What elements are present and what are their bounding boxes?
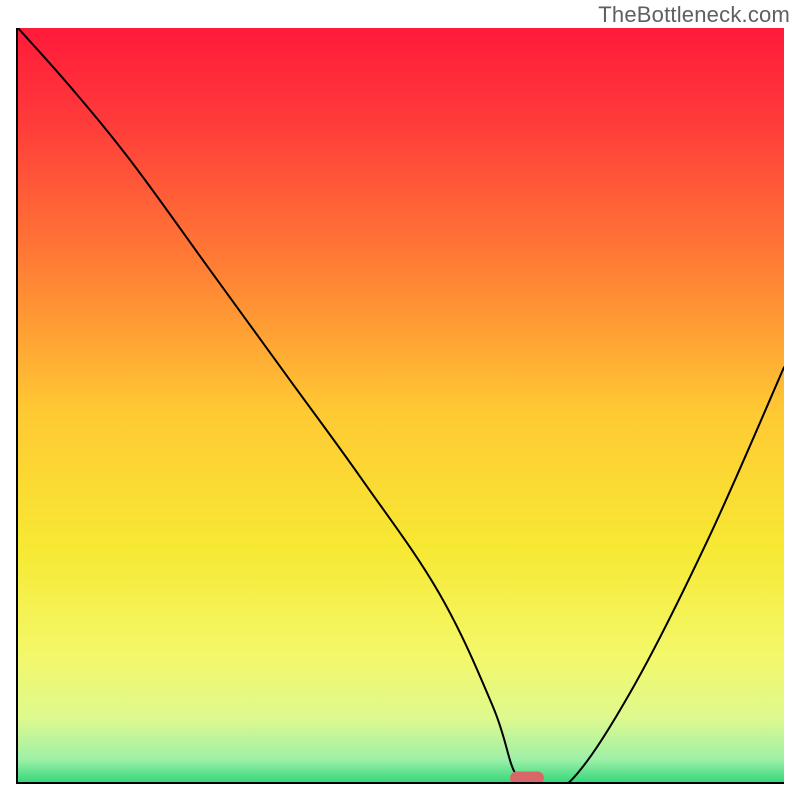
plot-area [16, 28, 784, 784]
bottleneck-curve [18, 28, 784, 782]
watermark-text: TheBottleneck.com [598, 2, 790, 28]
chart-stage: TheBottleneck.com [0, 0, 800, 800]
optimal-marker [510, 772, 544, 784]
